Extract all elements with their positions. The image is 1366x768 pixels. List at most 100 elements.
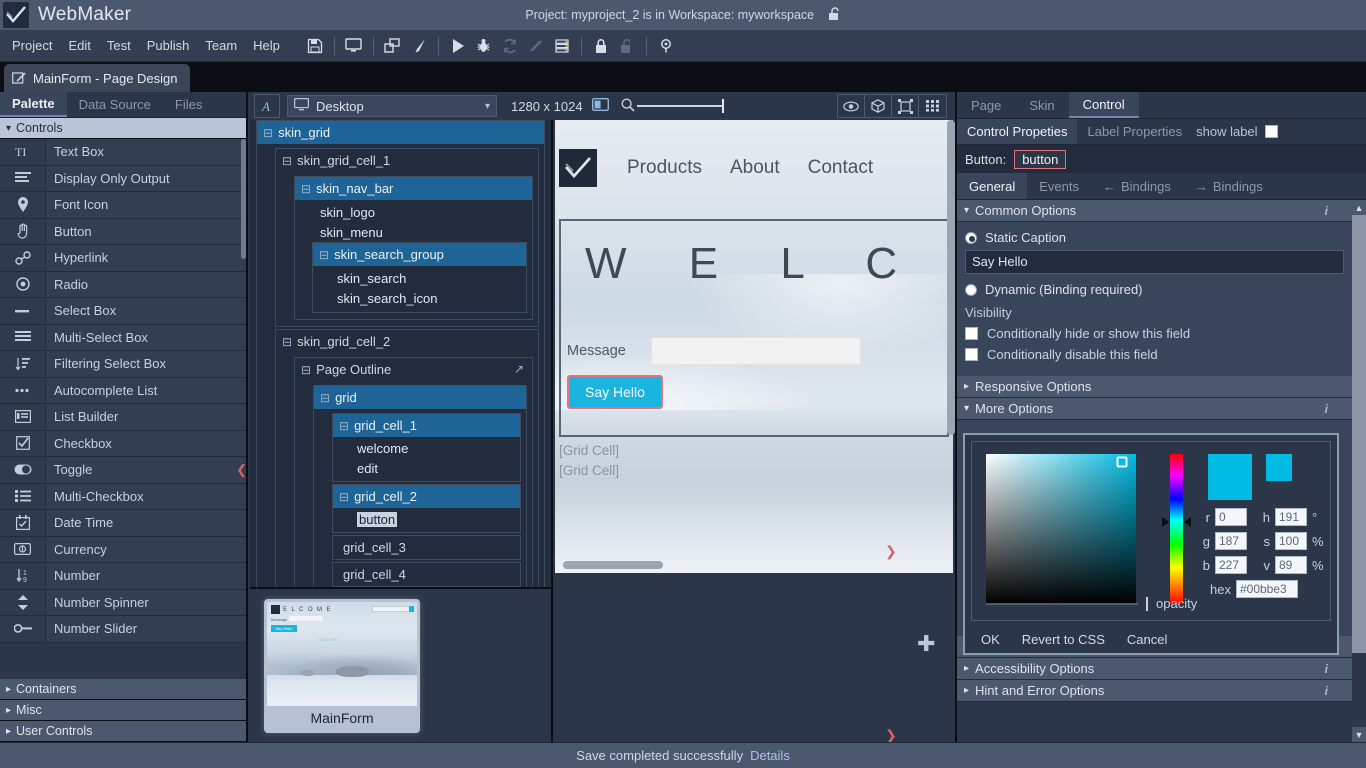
tree-node-label[interactable]: ⊟ skin_nav_bar	[295, 177, 532, 200]
g-input[interactable]: 187	[1215, 532, 1247, 550]
unlock-icon[interactable]	[828, 6, 841, 24]
tree-leaf-skin-search-icon[interactable]: skin_search_icon	[317, 288, 522, 308]
grid-icon[interactable]	[919, 95, 946, 117]
accordion-common-options[interactable]: ▾ Common Options i	[957, 200, 1352, 222]
tree-node-grid-cell-2[interactable]: ⊟ grid_cell_2 button	[332, 484, 521, 533]
tree-node-label[interactable]: ⊟ grid	[314, 386, 526, 409]
tree-node-label[interactable]: ⊟ skin_grid_cell_1	[276, 149, 538, 172]
properties-scrollbar[interactable]: ▲ ▼	[1352, 200, 1366, 742]
paint-brush-icon[interactable]	[406, 34, 432, 58]
palette-section-misc[interactable]: ▸ Misc	[0, 700, 246, 721]
collapse-toggle-icon[interactable]: ⊟	[263, 126, 273, 140]
static-caption-radio-row[interactable]: Static Caption	[965, 230, 1344, 245]
dynamic-radio[interactable]	[965, 283, 977, 296]
properties-scrollbar-thumb[interactable]	[1352, 215, 1366, 653]
palette-item-toggle[interactable]: Toggle ❮	[0, 457, 246, 484]
debug-bug-icon[interactable]	[471, 34, 497, 58]
menu-help[interactable]: Help	[245, 35, 288, 56]
tree-leaf-skin-logo[interactable]: skin_logo	[300, 202, 527, 222]
tree-node-label[interactable]: ⊟ grid_cell_2	[333, 485, 520, 508]
subtab-label-properties[interactable]: Label Properties	[1077, 119, 1192, 144]
tab-files[interactable]: Files	[163, 92, 214, 117]
expand-up-caret-icon[interactable]: ❯	[885, 728, 897, 742]
tree-node-grid-cell-1[interactable]: ⊟ grid_cell_1 welcome edit	[332, 413, 521, 482]
h-input[interactable]: 191	[1275, 508, 1307, 526]
v-input[interactable]: 89	[1275, 556, 1307, 574]
collapse-toggle-icon[interactable]: ⊟	[282, 335, 292, 349]
tree-node-label[interactable]: grid_cell_4	[333, 563, 520, 586]
palette-item-multi-checkbox[interactable]: Multi-Checkbox	[0, 483, 246, 510]
tree-leaf-button[interactable]: button	[337, 509, 516, 529]
tree-node-label[interactable]: ⊟ skin_grid_cell_2	[276, 330, 538, 353]
collapse-toggle-icon[interactable]: ⊟	[320, 391, 330, 405]
canvas-horizontal-scrollbar[interactable]	[563, 561, 663, 569]
select-frame-icon[interactable]	[892, 95, 919, 117]
font-size-icon[interactable]: A	[254, 94, 280, 118]
nav-link-contact[interactable]: Contact	[808, 157, 873, 179]
server-icon[interactable]	[549, 34, 575, 58]
tab-events[interactable]: Events	[1027, 173, 1091, 199]
tree-node-page-outline[interactable]: ⊟ Page Outline ↗ ⊟ grid ⊟ grid_cell_1 we…	[294, 357, 533, 601]
tab-control[interactable]: Control	[1068, 92, 1139, 118]
expand-down-caret-icon[interactable]: ❯	[885, 544, 897, 558]
menu-test[interactable]: Test	[99, 35, 139, 56]
palette-item-multi-select-box[interactable]: Multi-Select Box	[0, 324, 246, 351]
zoom-slider-handle[interactable]	[721, 99, 724, 113]
accordion-more-options[interactable]: ▾ More Options i	[957, 398, 1352, 420]
palette-section-controls[interactable]: ▾ Controls	[0, 118, 246, 139]
page-grid-frame[interactable]: W E L C O M E Message Say Hello	[559, 219, 953, 437]
collapse-toggle-icon[interactable]: ⊟	[319, 248, 329, 262]
tab-mainform-page-design[interactable]: MainForm - Page Design	[4, 64, 190, 92]
scroll-down-arrow-icon[interactable]: ▼	[1352, 727, 1366, 742]
tree-node-label[interactable]: grid_cell_3	[333, 536, 520, 559]
color-picker-revert-button[interactable]: Revert to CSS	[1022, 632, 1105, 647]
info-icon[interactable]: i	[1325, 402, 1328, 416]
tab-page[interactable]: Page	[957, 92, 1015, 118]
menu-team[interactable]: Team	[197, 35, 245, 56]
menu-publish[interactable]: Publish	[139, 35, 198, 56]
palette-section-user-controls[interactable]: ▸ User Controls	[0, 721, 246, 742]
run-icon[interactable]	[445, 34, 471, 58]
form-card-mainform[interactable]: E L C O M E Message Say Hello [Grid Cell…	[264, 599, 420, 733]
tree-node-grid-cell-4[interactable]: grid_cell_4	[332, 562, 521, 587]
palette-item-currency[interactable]: Currency	[0, 536, 246, 563]
r-input[interactable]: 0	[1215, 508, 1247, 526]
lock-open-icon[interactable]	[614, 34, 640, 58]
palette-item-radio[interactable]: Radio	[0, 271, 246, 298]
palette-item-date-time[interactable]: Date Time	[0, 510, 246, 537]
tree-node-skin-grid-cell-1[interactable]: ⊟ skin_grid_cell_1 ⊟ skin_nav_bar skin_l	[275, 148, 539, 327]
preview-monitor-icon[interactable]	[341, 34, 367, 58]
collapse-toggle-icon[interactable]: ⊟	[339, 490, 349, 504]
tab-data-source[interactable]: Data Source	[67, 92, 163, 117]
tree-leaf-welcome[interactable]: welcome	[337, 438, 516, 458]
conditionally-hide-checkbox[interactable]	[965, 327, 978, 340]
grid-cell-placeholder-4[interactable]: [Grid Cell]	[559, 463, 619, 478]
tab-out-bindings[interactable]: → Bindings	[1183, 173, 1275, 199]
palette-item-checkbox[interactable]: Checkbox	[0, 430, 246, 457]
layout-icon[interactable]	[380, 34, 406, 58]
grid-cell-placeholder-3[interactable]: [Grid Cell]	[559, 443, 619, 458]
collapse-toggle-icon[interactable]: ⊟	[282, 154, 292, 168]
opacity-slider-handle[interactable]	[1146, 596, 1148, 611]
eraser-icon[interactable]	[523, 34, 549, 58]
accordion-responsive-options[interactable]: ▸ Responsive Options	[957, 376, 1352, 398]
color-picker-ok-button[interactable]: OK	[981, 632, 1000, 647]
message-input[interactable]	[651, 337, 861, 365]
color-picker-dialog[interactable]: r 0 h 191 ° g 187 s 100 % b 227 v 89 % h…	[963, 433, 1339, 655]
accordion-accessibility-options[interactable]: ▸ Accessibility Options i	[957, 658, 1352, 680]
opacity-slider-track[interactable]	[986, 602, 1138, 605]
rotate-device-icon[interactable]	[591, 97, 609, 114]
palette-item-font-icon[interactable]: Font Icon	[0, 192, 246, 219]
nav-link-about[interactable]: About	[730, 157, 780, 179]
palette-section-containers[interactable]: ▸ Containers	[0, 679, 246, 700]
zoom-slider-track[interactable]	[636, 105, 722, 107]
status-details-link[interactable]: Details	[750, 748, 790, 763]
tree-node-label[interactable]: ⊟ skin_search_group	[313, 243, 526, 266]
tab-in-bindings[interactable]: ← Bindings	[1091, 173, 1183, 199]
canvas-scrollbar-thumb[interactable]	[947, 120, 955, 435]
palette-scrollbar[interactable]	[241, 139, 246, 679]
expand-page-outline-icon[interactable]: ↗	[514, 362, 524, 376]
tree-leaf-edit[interactable]: edit	[337, 458, 516, 478]
tree-node-label[interactable]: ⊟ Page Outline	[295, 358, 532, 381]
tree-node-grid[interactable]: ⊟ grid ⊟ grid_cell_1 welcome edit ⊟ grid…	[313, 385, 527, 594]
